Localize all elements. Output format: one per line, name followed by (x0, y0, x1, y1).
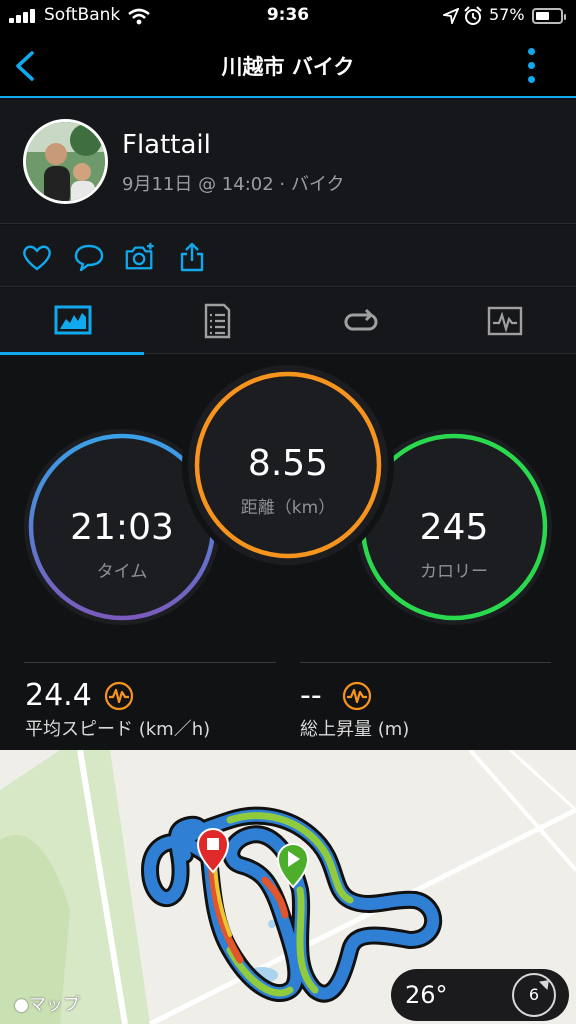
tab-laps[interactable] (288, 288, 432, 354)
avg-speed-value: 24.4 (25, 678, 92, 713)
more-options-icon[interactable] (520, 46, 544, 86)
stats-list-icon (204, 303, 231, 339)
divider (24, 662, 276, 663)
temperature: 26° (405, 981, 448, 1009)
charts-icon (487, 306, 523, 336)
alarm-icon (464, 6, 482, 25)
battery-icon (532, 8, 566, 24)
navigation-bar: 川越市 バイク (0, 34, 576, 98)
total-ascent-label: 総上昇量 (m) (300, 719, 410, 740)
comment-bubble-icon[interactable] (73, 241, 105, 273)
tab-bar (0, 288, 576, 355)
activity-meta: 9月11日 @ 14:02 · バイク (122, 174, 345, 195)
share-icon[interactable] (176, 241, 208, 273)
distance-value: 8.55 (247, 443, 329, 484)
page-title: 川越市 バイク (221, 55, 355, 79)
laps-loop-icon (344, 308, 378, 331)
tab-charts[interactable] (432, 288, 576, 354)
pulse-wave-icon[interactable] (104, 681, 134, 711)
maps-logo: ●マップ (14, 995, 80, 1015)
distance-ring: 8.55 距離（km） (188, 365, 388, 565)
battery-percent: 57% (489, 5, 525, 24)
location-arrow-icon (443, 8, 459, 24)
add-photo-camera-icon[interactable] (124, 241, 156, 273)
route-map[interactable]: ●マップ 26° 6 (0, 750, 576, 1024)
user-name[interactable]: Flattail (122, 130, 211, 160)
wind-icon: 6 (512, 973, 556, 1017)
wind-speed: 6 (528, 985, 540, 1004)
action-bar (0, 225, 576, 287)
overview-icon (54, 305, 92, 335)
tab-overview[interactable] (0, 288, 144, 355)
activity-header: Flattail 9月11日 @ 14:02 · バイク (0, 100, 576, 224)
divider (300, 662, 551, 663)
status-bar: SoftBank 9:36 57% (0, 0, 576, 34)
stats-panel: 21:03 タイム 245 カロリー 8.55 距離（km） 24.4 平均スピ… (0, 355, 576, 750)
pulse-wave-icon[interactable] (342, 681, 372, 711)
weather-badge[interactable]: 26° 6 (391, 969, 569, 1021)
total-ascent-value: -- (300, 678, 322, 713)
like-heart-icon[interactable] (21, 241, 53, 273)
avatar[interactable] (23, 119, 108, 204)
distance-label: 距離（km） (240, 498, 336, 518)
tab-stats[interactable] (144, 288, 288, 354)
avg-speed-label: 平均スピード (km／h) (25, 719, 211, 740)
apple-logo-icon: ● (14, 995, 29, 1015)
